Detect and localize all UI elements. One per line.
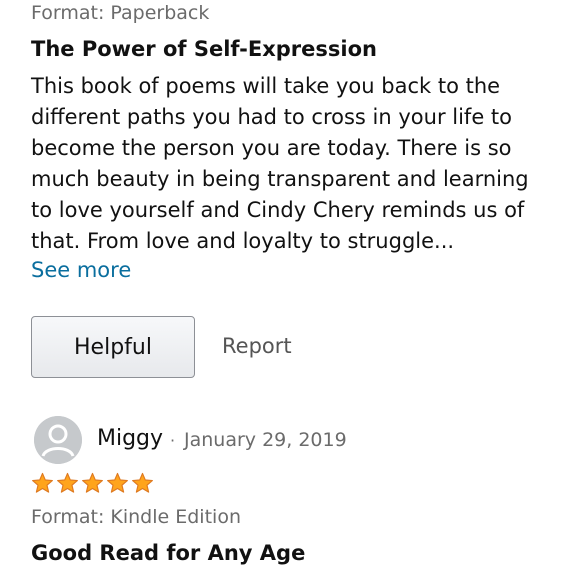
star-icon: [32, 472, 53, 493]
review-body-line: This book of poems will take you back to…: [31, 74, 501, 98]
star-icon: [82, 472, 103, 493]
star-icon: [132, 472, 153, 493]
user-avatar-icon: [34, 416, 82, 464]
review-body-line: to love yourself and Cindy Chery reminds…: [31, 198, 525, 222]
helpful-button[interactable]: Helpful: [31, 316, 195, 378]
see-more-link[interactable]: See more: [31, 258, 131, 282]
separator-dot: ·: [170, 431, 176, 450]
review-body-line: become the person you are today. There i…: [31, 136, 512, 160]
helpful-button-label: Helpful: [74, 334, 152, 360]
review-body-line: that. From love and loyalty to struggle.…: [31, 229, 455, 253]
review-format: Format: Kindle Edition: [31, 506, 241, 528]
review-format: Format: Paperback: [31, 2, 210, 24]
avatar-silhouette: [34, 416, 82, 464]
review-body-line: much beauty in being transparent and lea…: [31, 167, 529, 191]
review-body-line: different paths you had to cross in your…: [31, 105, 513, 129]
star-rating: [31, 472, 154, 494]
reviewer-name[interactable]: Miggy: [97, 426, 163, 451]
review-date: January 29, 2019: [184, 429, 347, 451]
review-body: This book of poems will take you back to…: [31, 71, 571, 257]
review-title: Good Read for Any Age: [31, 541, 306, 565]
report-link[interactable]: Report: [222, 334, 292, 358]
star-icon: [107, 472, 128, 493]
review-title: The Power of Self-Expression: [31, 37, 377, 61]
star-icon: [57, 472, 78, 493]
